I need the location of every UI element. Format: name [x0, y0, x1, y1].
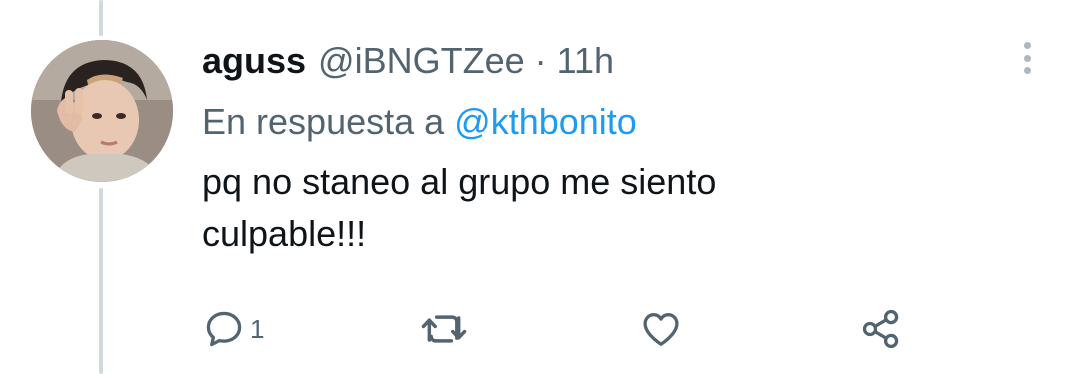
- share-icon: [862, 309, 899, 349]
- reply-target-link[interactable]: @kthbonito: [454, 101, 637, 142]
- reply-count: 1: [250, 313, 265, 344]
- thread-line-bottom: [99, 188, 103, 374]
- display-name[interactable]: aguss: [202, 40, 306, 82]
- tweet-text-line-1: pq no staneo al grupo me siento: [202, 161, 717, 202]
- avatar-photo: [31, 40, 173, 182]
- tweet-actions: 1: [202, 306, 922, 352]
- avatar[interactable]: [31, 40, 173, 182]
- comment-icon: [206, 311, 242, 347]
- tweet-text-line-2: culpable!!!: [202, 213, 367, 254]
- more-dot: [1023, 54, 1031, 62]
- like-button[interactable]: [639, 306, 683, 352]
- tweet-text: pq no staneo al grupo me siento culpable…: [202, 156, 922, 260]
- tweet-timestamp[interactable]: 11h: [557, 40, 614, 82]
- more-dot: [1023, 67, 1031, 74]
- reply-button[interactable]: 1: [202, 306, 264, 352]
- separator-dot: ·: [534, 40, 547, 81]
- heart-icon: [643, 313, 679, 346]
- more-dot: [1023, 42, 1031, 49]
- reply-prefix: En respuesta a: [202, 101, 445, 142]
- share-button[interactable]: [859, 306, 903, 352]
- thread-line-top: [99, 0, 103, 36]
- more-vertical-icon[interactable]: [1012, 38, 1042, 78]
- user-handle[interactable]: @iBNGTZee: [318, 40, 525, 82]
- retweet-button[interactable]: [420, 306, 468, 352]
- tweet-body: aguss @iBNGTZee · 11h En respuesta a @kt…: [202, 40, 1022, 260]
- retweet-icon: [421, 315, 467, 343]
- tweet-header: aguss @iBNGTZee · 11h: [202, 40, 1022, 82]
- reply-context: En respuesta a @kthbonito: [202, 100, 1022, 144]
